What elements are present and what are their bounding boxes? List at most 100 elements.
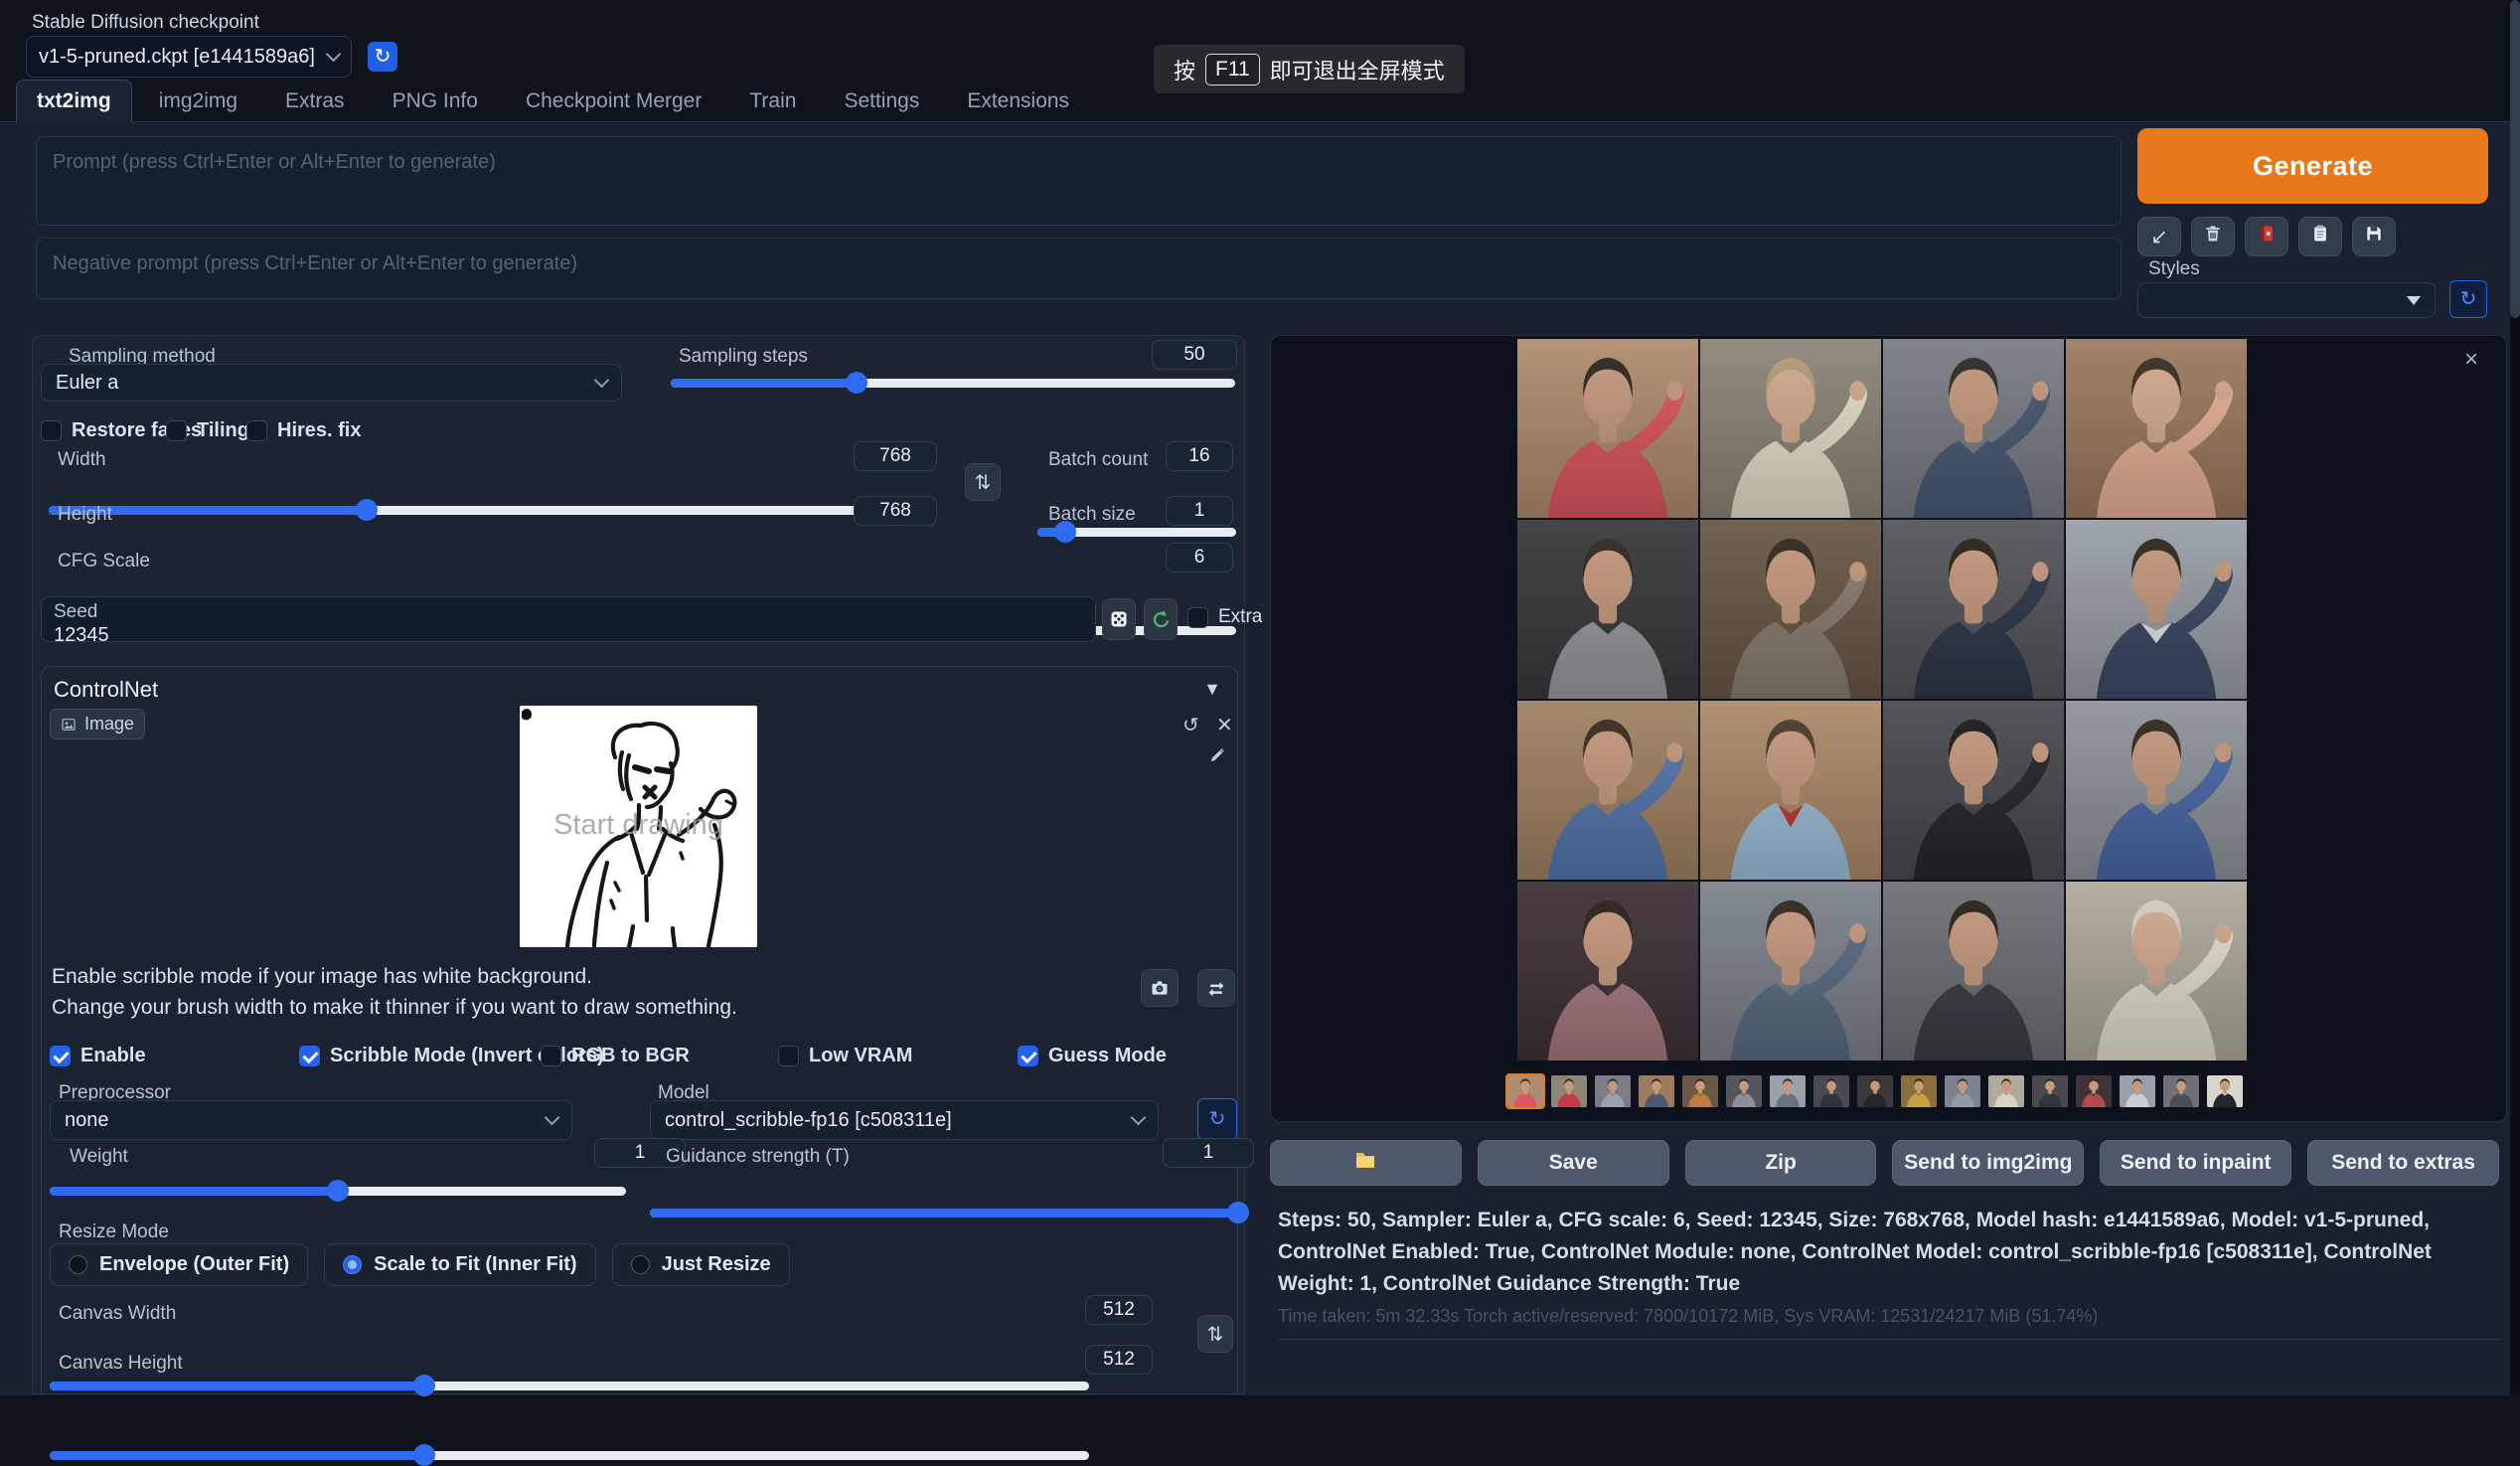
batch-count-value[interactable]: 16	[1166, 441, 1233, 471]
seed-input[interactable]: Seed 12345	[41, 596, 1096, 642]
thumbnail-9[interactable]	[1855, 1073, 1895, 1109]
tab-train[interactable]: Train	[728, 80, 817, 123]
result-image-2[interactable]	[1700, 339, 1881, 518]
width-value[interactable]: 768	[854, 441, 937, 471]
extra-seed-checkbox[interactable]: Extra	[1187, 606, 1262, 628]
guidance-strength-slider[interactable]	[650, 1202, 1238, 1223]
thumbnail-1[interactable]	[1505, 1073, 1545, 1109]
height-value[interactable]: 768	[854, 496, 937, 526]
clear-image-icon[interactable]: ✕	[1216, 713, 1233, 737]
thumbnail-15[interactable]	[2118, 1073, 2157, 1109]
mirror-button[interactable]	[1197, 969, 1235, 1007]
preprocessor-dropdown[interactable]: none	[50, 1100, 572, 1140]
tab-png-info[interactable]: PNG Info	[372, 80, 499, 123]
sampling-steps-value[interactable]: 50	[1152, 340, 1237, 370]
width-slider[interactable]	[49, 499, 933, 521]
swap-dimensions-button[interactable]: ⇅	[965, 463, 1001, 501]
thumbnail-16[interactable]	[2161, 1073, 2201, 1109]
sampling-method-dropdown[interactable]: Euler a	[41, 364, 622, 402]
result-image-12[interactable]	[2066, 701, 2247, 880]
thumbnail-2[interactable]	[1549, 1073, 1589, 1109]
send-to-img2img-button[interactable]: Send to img2img	[1892, 1140, 2084, 1186]
generate-button[interactable]: Generate	[2137, 128, 2488, 204]
result-image-5[interactable]	[1517, 520, 1698, 699]
save-style-button[interactable]	[2352, 217, 2396, 256]
canvas-width-value[interactable]: 512	[1085, 1295, 1153, 1325]
result-image-10[interactable]	[1700, 701, 1881, 880]
save-button[interactable]: Save	[1478, 1140, 1669, 1186]
webcam-button[interactable]	[1141, 969, 1179, 1007]
model-dropdown[interactable]: control_scribble-fp16 [c508311e]	[650, 1100, 1159, 1140]
result-image-11[interactable]	[1883, 701, 2064, 880]
close-icon[interactable]: ×	[2464, 346, 2478, 374]
thumbnail-13[interactable]	[2030, 1073, 2070, 1109]
resize-option-just-resize[interactable]: Just Resize	[612, 1243, 790, 1286]
prompt-input[interactable]	[36, 136, 2122, 226]
cn-low-vram-checkbox[interactable]: Low VRAM	[778, 1045, 912, 1067]
thumbnail-14[interactable]	[2074, 1073, 2114, 1109]
negative-prompt-input[interactable]	[36, 238, 2122, 299]
resize-option-envelope-outer-fit[interactable]: Envelope (Outer Fit)	[50, 1243, 308, 1286]
result-image-7[interactable]	[1883, 520, 2064, 699]
result-image-1[interactable]	[1517, 339, 1698, 518]
result-image-3[interactable]	[1883, 339, 2064, 518]
undo-icon[interactable]: ↺	[1182, 713, 1199, 737]
scrollbar[interactable]	[2510, 0, 2520, 1395]
reuse-seed-button[interactable]	[1144, 598, 1178, 640]
refresh-styles-button[interactable]: ↻	[2449, 280, 2487, 318]
cn-guess-mode-checkbox[interactable]: Guess Mode	[1018, 1045, 1167, 1067]
cfg-scale-value[interactable]: 6	[1166, 543, 1233, 572]
scribble-canvas[interactable]: Start drawing	[520, 706, 757, 947]
guidance-strength-value[interactable]: 1	[1163, 1138, 1254, 1168]
result-image-6[interactable]	[1700, 520, 1881, 699]
tab-txt2img[interactable]: txt2img	[16, 80, 132, 123]
brush-icon[interactable]	[1208, 746, 1225, 770]
tiling-checkbox[interactable]: Tiling	[166, 419, 249, 442]
thumbnail-11[interactable]	[1943, 1073, 1982, 1109]
clear-prompt-button[interactable]	[2191, 217, 2235, 256]
thumbnail-10[interactable]	[1899, 1073, 1939, 1109]
styles-dropdown[interactable]	[2137, 282, 2436, 318]
canvas-height-value[interactable]: 512	[1085, 1345, 1153, 1375]
canvas-width-slider[interactable]	[50, 1375, 1089, 1396]
tab-settings[interactable]: Settings	[823, 80, 940, 123]
read-params-arrow-button[interactable]: ↙	[2137, 217, 2181, 256]
send-to-inpaint-button[interactable]: Send to inpaint	[2100, 1140, 2291, 1186]
result-image-9[interactable]	[1517, 701, 1698, 880]
open-folder-button[interactable]	[1270, 1140, 1462, 1186]
thumbnail-17[interactable]	[2205, 1073, 2245, 1109]
thumbnail-4[interactable]	[1637, 1073, 1676, 1109]
thumbnail-5[interactable]	[1680, 1073, 1720, 1109]
swap-canvas-dimensions-button[interactable]: ⇅	[1197, 1315, 1233, 1353]
result-image-16[interactable]	[2066, 882, 2247, 1060]
hires-fix-checkbox[interactable]: Hires. fix	[246, 419, 361, 442]
result-image-4[interactable]	[2066, 339, 2247, 518]
thumbnail-3[interactable]	[1593, 1073, 1633, 1109]
result-image-13[interactable]	[1517, 882, 1698, 1060]
resize-option-scale-to-fit-inner-fit[interactable]: Scale to Fit (Inner Fit)	[324, 1243, 595, 1286]
controlnet-image-tab[interactable]: Image	[50, 709, 145, 739]
refresh-models-button[interactable]: ↻	[1197, 1098, 1237, 1140]
refresh-checkpoint-button[interactable]: ↻	[368, 42, 397, 72]
random-seed-button[interactable]	[1102, 598, 1136, 640]
send-to-extras-button[interactable]: Send to extras	[2307, 1140, 2499, 1186]
sampling-steps-slider[interactable]	[671, 372, 1235, 394]
collapse-caret-icon[interactable]: ▼	[1203, 679, 1221, 700]
tab-img2img[interactable]: img2img	[138, 80, 258, 123]
weight-slider[interactable]	[50, 1180, 626, 1202]
cn-rgb-to-bgr-checkbox[interactable]: RGB to BGR	[541, 1045, 690, 1067]
canvas-height-slider[interactable]	[50, 1444, 1089, 1466]
result-image-8[interactable]	[2066, 520, 2247, 699]
result-image-14[interactable]	[1700, 882, 1881, 1060]
thumbnail-6[interactable]	[1724, 1073, 1764, 1109]
checkpoint-select[interactable]: v1-5-pruned.ckpt [e1441589a6]	[26, 36, 352, 78]
zip-button[interactable]: Zip	[1685, 1140, 1877, 1186]
result-image-15[interactable]	[1883, 882, 2064, 1060]
style-book-button[interactable]	[2245, 217, 2288, 256]
batch-size-value[interactable]: 1	[1166, 496, 1233, 526]
cn-enable-checkbox[interactable]: Enable	[50, 1045, 146, 1067]
tab-checkpoint-merger[interactable]: Checkpoint Merger	[505, 80, 722, 123]
thumbnail-7[interactable]	[1768, 1073, 1808, 1109]
thumbnail-8[interactable]	[1811, 1073, 1851, 1109]
tab-extras[interactable]: Extras	[264, 80, 366, 123]
